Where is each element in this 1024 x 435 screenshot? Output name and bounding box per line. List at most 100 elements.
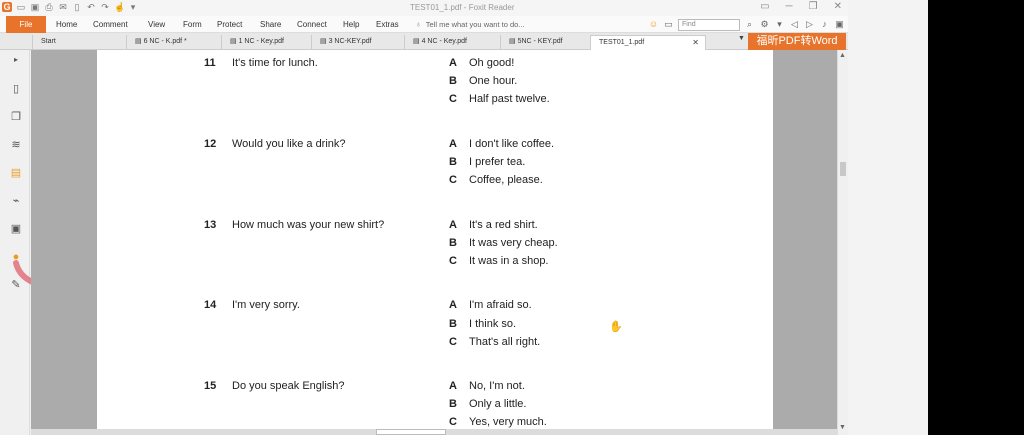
page-number-input[interactable]: [376, 429, 446, 435]
menu-home[interactable]: Home: [56, 16, 77, 33]
pages-icon[interactable]: ❐: [9, 110, 23, 124]
close-icon[interactable]: ✕: [834, 1, 842, 12]
question-number: 14: [204, 299, 217, 311]
tab-start[interactable]: Start: [32, 35, 126, 50]
scrollbar-thumb[interactable]: [840, 162, 846, 176]
option-letter: A: [449, 219, 457, 231]
menu-form[interactable]: Form: [183, 16, 202, 33]
question-number: 13: [204, 219, 217, 231]
option-text: Only a little.: [469, 398, 527, 410]
question-number: 11: [204, 57, 216, 69]
menu-extras[interactable]: Extras: [376, 16, 399, 33]
tab-3-nc-key[interactable]: ▤ 3 NC-KEY.pdf: [311, 35, 404, 50]
option-text: Half past twelve.: [469, 93, 550, 105]
scroll-up-icon[interactable]: ▲: [839, 52, 846, 59]
restore-icon[interactable]: ❐: [809, 1, 818, 12]
user-icon[interactable]: ▣: [834, 19, 845, 30]
quick-access-toolbar: G ▭ ▣ ⎙ ✉ ▯ ↶ ↷ ☝ ▾: [2, 2, 138, 12]
pdf-file-icon: ▤: [230, 38, 239, 45]
menu-help[interactable]: Help: [343, 16, 359, 33]
foxit-reader-window: G ▭ ▣ ⎙ ✉ ▯ ↶ ↷ ☝ ▾ TEST01_1.pdf - Foxit…: [0, 0, 848, 435]
back-icon[interactable]: ◁: [789, 19, 800, 30]
vertical-scrollbar[interactable]: ▲ ▼: [837, 50, 848, 435]
hand-tool-icon[interactable]: ☝: [114, 2, 125, 12]
tab-test01-1[interactable]: TEST01_1.pdf ✕: [590, 35, 706, 50]
menu-share[interactable]: Share: [260, 16, 281, 33]
expand-panel-icon[interactable]: ▸: [9, 53, 23, 67]
menu-comment[interactable]: Comment: [93, 16, 128, 33]
tab-label: 1 NC - Key.pdf: [238, 38, 284, 45]
scroll-down-icon[interactable]: ▼: [839, 424, 846, 431]
hand-cursor-icon: ✋: [609, 321, 623, 333]
undo-icon[interactable]: ↶: [86, 2, 96, 12]
question-text: It's time for lunch.: [232, 57, 318, 69]
question-text: Would you like a drink?: [232, 138, 346, 150]
bell-icon[interactable]: ♪: [819, 19, 830, 30]
option-text: One hour.: [469, 75, 518, 87]
menu-file[interactable]: File: [6, 16, 46, 33]
new-file-icon[interactable]: ▯: [72, 2, 82, 12]
customize-toolbar-icon[interactable]: ▾: [128, 2, 138, 12]
adjacent-window-strip: [848, 0, 928, 435]
tab-4-nc-key[interactable]: ▤ 4 NC - Key.pdf: [404, 35, 500, 50]
settings-icon[interactable]: ⚙: [759, 19, 770, 30]
tab-label: 3 NC-KEY.pdf: [328, 38, 372, 45]
document-viewport[interactable]: 11 It's time for lunch. A Oh good! B One…: [31, 50, 837, 435]
menu-view[interactable]: View: [148, 16, 165, 33]
option-letter: B: [449, 398, 457, 410]
layers-icon[interactable]: ≋: [9, 138, 23, 152]
option-letter: A: [449, 380, 457, 392]
ribbon-toggle-icon[interactable]: ▭: [760, 1, 769, 12]
question-text: Do you speak English?: [232, 380, 345, 392]
option-letter: C: [449, 416, 457, 428]
status-bar: [31, 429, 837, 435]
comments-icon[interactable]: ▤: [9, 166, 23, 180]
option-text: I prefer tea.: [469, 156, 526, 168]
email-icon[interactable]: ✉: [58, 2, 68, 12]
tab-6-nc-k[interactable]: ▤ 6 NC - K.pdf *: [126, 35, 221, 50]
redo-icon[interactable]: ↷: [100, 2, 110, 12]
question-number: 15: [204, 380, 217, 392]
option-letter: C: [449, 336, 457, 348]
option-letter: B: [449, 318, 457, 330]
option-text: That's all right.: [469, 336, 541, 348]
option-letter: B: [449, 75, 457, 87]
forward-icon[interactable]: ▷: [804, 19, 815, 30]
close-tab-icon[interactable]: ✕: [692, 36, 699, 50]
tab-5nc-key[interactable]: ▤ 5NC - KEY.pdf: [500, 35, 590, 50]
option-text: Coffee, please.: [469, 174, 543, 186]
question-text: I'm very sorry.: [232, 299, 300, 311]
minimize-icon[interactable]: ─: [786, 1, 793, 12]
chevron-down-icon[interactable]: ▾: [774, 19, 785, 30]
signature-panel-icon[interactable]: ▣: [9, 222, 23, 236]
question-number: 12: [204, 138, 217, 150]
print-icon[interactable]: ⎙: [44, 2, 54, 12]
tab-list-dropdown-icon[interactable]: ▼: [738, 35, 745, 42]
search-icon[interactable]: ⌕: [744, 19, 755, 30]
pdf-to-word-banner[interactable]: 福昕PDF转Word: [748, 33, 846, 50]
option-letter: C: [449, 255, 457, 267]
pdf-file-icon: ▤: [413, 38, 422, 45]
menu-protect[interactable]: Protect: [217, 16, 242, 33]
find-input[interactable]: Find: [678, 18, 740, 31]
option-letter: B: [449, 237, 457, 249]
tab-1-nc-key[interactable]: ▤ 1 NC - Key.pdf: [221, 35, 311, 50]
smiley-icon[interactable]: ☺: [648, 19, 659, 30]
option-text: I think so.: [469, 318, 517, 330]
menu-connect[interactable]: Connect: [297, 16, 327, 33]
pdf-page: 11 It's time for lunch. A Oh good! B One…: [97, 50, 773, 435]
pdf-file-icon: ▤: [320, 38, 329, 45]
bookmark-icon[interactable]: ▯: [9, 82, 23, 96]
attachment-icon[interactable]: ⌁: [9, 194, 23, 208]
option-text: I don't like coffee.: [469, 138, 555, 150]
menu-bar: File Home Comment View Form Protect Shar…: [0, 16, 848, 33]
open-icon[interactable]: ▭: [16, 2, 26, 12]
pdf-file-icon: ▤: [509, 38, 518, 45]
window-title: TEST01_1.pdf - Foxit Reader: [410, 3, 515, 12]
lightbulb-icon: ♁: [415, 19, 422, 29]
tell-me-search[interactable]: ♁ Tell me what you want to do...: [415, 16, 525, 33]
tab-label: TEST01_1.pdf: [599, 39, 645, 46]
title-bar: G ▭ ▣ ⎙ ✉ ▯ ↶ ↷ ☝ ▾ TEST01_1.pdf - Foxit…: [0, 0, 848, 16]
folder-icon[interactable]: ▭: [663, 19, 674, 30]
save-icon[interactable]: ▣: [30, 2, 40, 12]
